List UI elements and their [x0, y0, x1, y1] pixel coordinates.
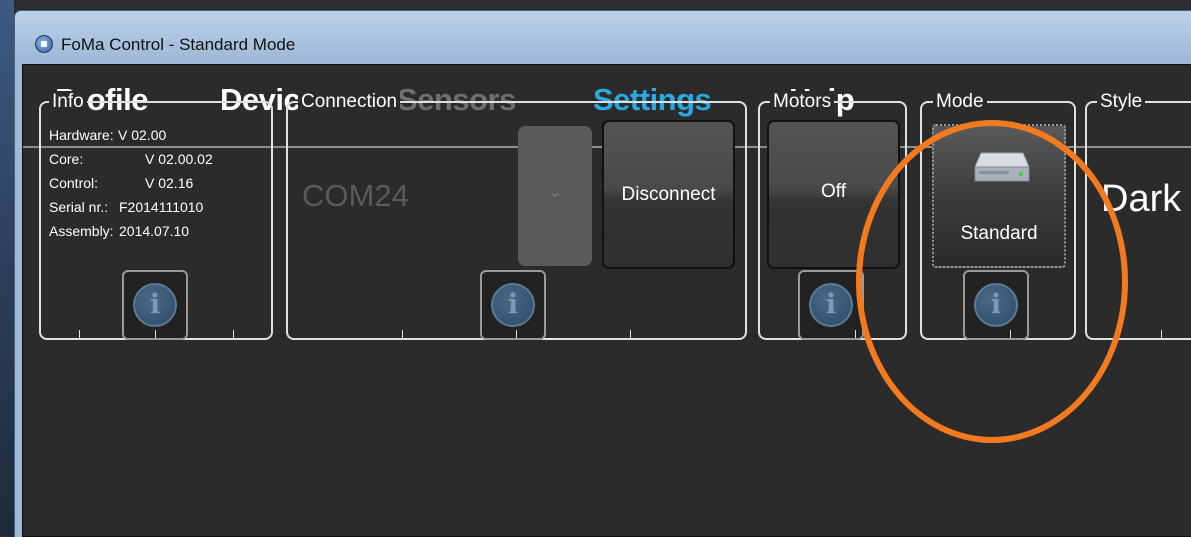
info-row-core: Core: V 02.00.02 — [49, 147, 213, 171]
divider — [155, 330, 156, 338]
disconnect-button[interactable]: Disconnect — [602, 120, 735, 269]
title-bar[interactable]: FoMa Control - Standard Mode — [15, 11, 1191, 59]
divider — [630, 330, 631, 338]
info-value: 2014.07.10 — [119, 223, 190, 239]
info-icon: i — [491, 283, 535, 327]
info-table: Hardware: V 02.00 Core: V 02.00.02 Control… — [49, 123, 213, 243]
info-icon: i — [809, 283, 853, 327]
desktop-background — [0, 0, 14, 536]
divider — [79, 330, 80, 338]
info-value: V 02.00.02 — [145, 151, 213, 167]
info-key: Serial nr.: — [49, 199, 109, 215]
motors-group-label: Motors — [770, 91, 835, 113]
app-icon — [35, 35, 53, 53]
info-row-control: Control: V 02.16 — [49, 171, 213, 195]
divider — [1161, 330, 1162, 338]
mode-group-label: Mode — [933, 91, 987, 113]
window-title: FoMa Control - Standard Mode — [61, 35, 296, 54]
chevron-down-icon: ⌄ — [547, 181, 563, 201]
info-group-label: Info — [49, 91, 87, 113]
info-group: Info Hardware: V 02.00 Core: V 02.00.02 Co… — [39, 91, 273, 340]
info-value: V 02.00 — [118, 127, 167, 143]
info-value: F2014111010 — [119, 199, 204, 215]
divider — [516, 330, 517, 338]
connection-group: Connection COM24 ⌄ Disconnect i — [286, 91, 747, 340]
info-key: Hardware: — [49, 127, 114, 143]
connection-group-label: Connection — [298, 91, 401, 113]
info-key: Assembly: — [49, 223, 114, 239]
info-key: Control: — [49, 175, 99, 191]
info-row-serial: Serial nr.: F2014111010 — [49, 195, 213, 219]
annotation-ellipse — [856, 120, 1128, 443]
info-row-hardware: Hardware: V 02.00 — [49, 123, 213, 147]
port-dropdown-button[interactable]: ⌄ — [518, 126, 592, 266]
info-icon: i — [133, 283, 177, 327]
connection-info-button[interactable]: i — [480, 270, 546, 340]
divider — [233, 330, 234, 338]
style-group-label: Style — [1097, 91, 1146, 113]
info-key: Core: — [49, 151, 84, 167]
divider — [402, 330, 403, 338]
info-row-assembly: Assembly: 2014.07.10 — [49, 219, 213, 243]
port-select-value[interactable]: COM24 — [302, 178, 409, 214]
divider — [855, 330, 856, 338]
info-value: V 02.16 — [145, 175, 194, 191]
